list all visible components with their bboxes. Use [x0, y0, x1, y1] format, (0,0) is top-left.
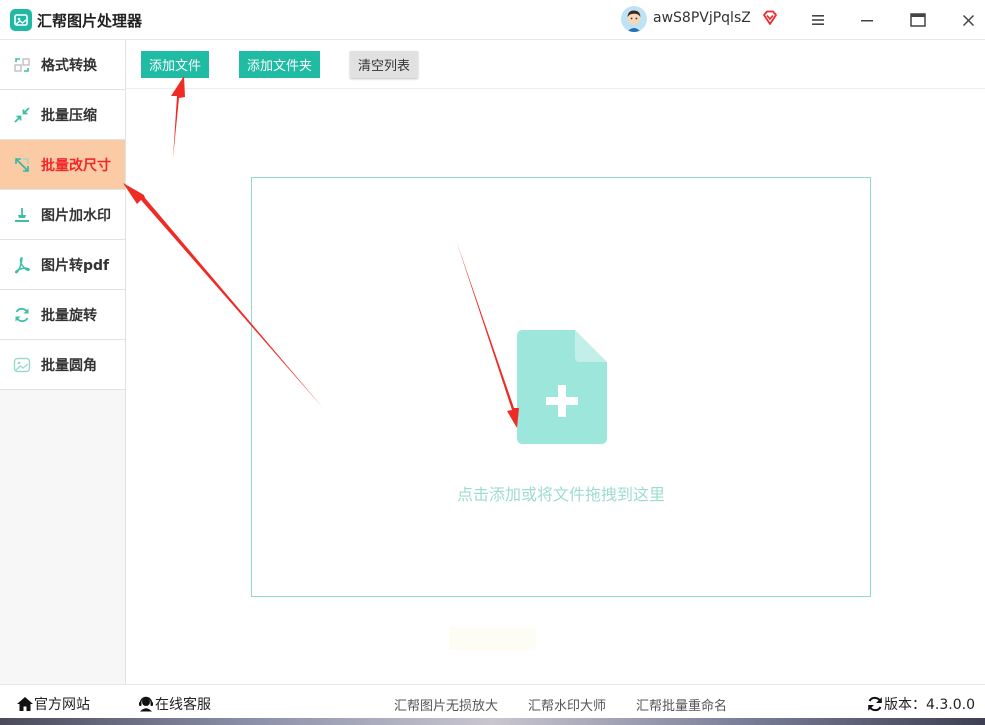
- version-info[interactable]: 版本：4.3.0.0: [866, 694, 975, 714]
- sidebar-item-label: 图片转pdf: [41, 257, 110, 274]
- minimize-icon[interactable]: [855, 8, 879, 32]
- app-title: 汇帮图片处理器: [37, 12, 143, 30]
- sidebar-item-label: 批量圆角: [41, 357, 97, 374]
- footer-link-batch-rename[interactable]: 汇帮批量重命名: [636, 695, 727, 714]
- start-button-ghost: [449, 626, 536, 650]
- title-bar: 汇帮图片处理器 awS8PVjPqlsZ: [0, 0, 985, 40]
- sidebar-item-format-convert[interactable]: 格式转换: [0, 40, 125, 90]
- add-folder-button[interactable]: 添加文件夹: [239, 51, 321, 78]
- pdf-icon: [12, 255, 32, 275]
- support-label: 在线客服: [155, 697, 211, 713]
- home-icon: [17, 697, 33, 711]
- sidebar-item-label: 批量旋转: [41, 307, 97, 324]
- sidebar-item-watermark[interactable]: 图片加水印: [0, 190, 125, 240]
- clear-list-button[interactable]: 清空列表: [350, 51, 419, 78]
- add-file-button[interactable]: 添加文件: [141, 51, 210, 78]
- toolbar: 添加文件 添加文件夹 清空列表: [126, 40, 985, 89]
- close-icon[interactable]: [956, 8, 980, 32]
- compress-icon: [12, 105, 32, 125]
- website-label: 官方网站: [34, 697, 90, 713]
- rotate-icon: [12, 305, 32, 325]
- sidebar: 格式转换 批量压缩 批量改尺寸 图片加水印 图片转pdf 批量旋转 批量圆角: [0, 40, 126, 684]
- drop-zone[interactable]: 点击添加或将文件拖拽到这里: [251, 177, 871, 597]
- vip-diamond-icon[interactable]: [761, 9, 779, 31]
- sidebar-item-label: 格式转换: [41, 57, 97, 74]
- resize-icon: [12, 155, 32, 175]
- watermark-icon: [12, 205, 32, 225]
- sidebar-item-round-corner[interactable]: 批量圆角: [0, 340, 125, 390]
- user-name[interactable]: awS8PVjPqlsZ: [653, 10, 751, 26]
- sidebar-item-to-pdf[interactable]: 图片转pdf: [0, 240, 125, 290]
- sidebar-item-label: 批量改尺寸: [41, 157, 111, 174]
- sidebar-item-label: 图片加水印: [41, 207, 111, 224]
- menu-icon[interactable]: [806, 8, 830, 32]
- website-link[interactable]: 官方网站: [16, 694, 90, 714]
- avatar[interactable]: [621, 6, 647, 32]
- sidebar-item-resize[interactable]: 批量改尺寸: [0, 140, 125, 190]
- footer-link-watermark-master[interactable]: 汇帮水印大师: [528, 695, 606, 714]
- footer: 官方网站 在线客服 汇帮图片无损放大 汇帮水印大师 汇帮批量重命名 版本：4.3…: [0, 684, 985, 718]
- file-add-icon[interactable]: [517, 330, 607, 448]
- sidebar-item-label: 批量压缩: [41, 107, 97, 124]
- footer-link-upscale[interactable]: 汇帮图片无损放大: [394, 695, 498, 714]
- format-convert-icon: [12, 55, 32, 75]
- drop-hint: 点击添加或将文件拖拽到这里: [456, 485, 665, 504]
- support-link[interactable]: 在线客服: [137, 694, 211, 714]
- version-label: 版本：4.3.0.0: [884, 697, 975, 713]
- sidebar-item-rotate[interactable]: 批量旋转: [0, 290, 125, 340]
- round-corner-icon: [12, 355, 32, 375]
- desktop-background-strip: [0, 718, 985, 725]
- customer-service-icon: [139, 696, 153, 712]
- app-logo-icon: [10, 9, 32, 31]
- maximize-icon[interactable]: [906, 8, 930, 32]
- refresh-icon: [868, 696, 882, 712]
- sidebar-item-compress[interactable]: 批量压缩: [0, 90, 125, 140]
